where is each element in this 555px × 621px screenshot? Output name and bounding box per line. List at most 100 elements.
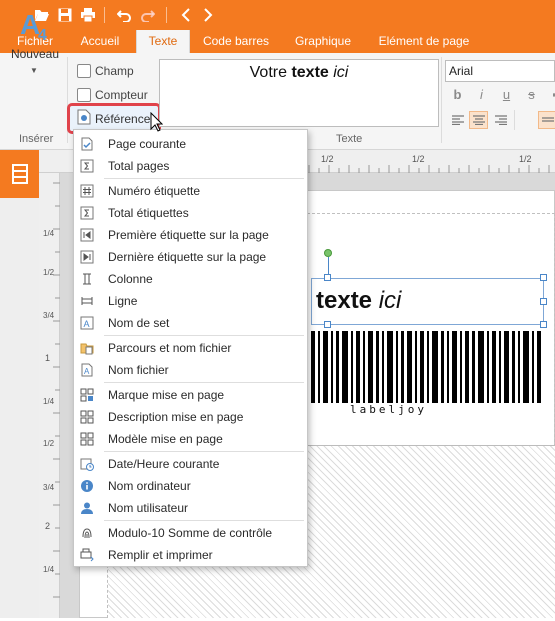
menu-item-ligne[interactable]: Ligne [74,290,307,312]
menu-item-modele-mise-en-page[interactable]: Modèle mise en page [74,428,307,450]
field-icon [77,64,91,78]
nouveau-button[interactable]: Nouveau [9,47,61,61]
ruler-left-label: 1/2 [43,268,55,277]
strikethrough-button[interactable]: s [522,85,541,103]
labels-view-button[interactable] [0,153,39,195]
redo-icon[interactable] [138,5,158,25]
menu-item-premiere-etiquette[interactable]: Première étiquette sur la page [74,224,307,246]
underline-button[interactable]: u [497,85,516,103]
column-icon [83,273,91,285]
menu-item-modulo-10[interactable]: Modulo-10 Somme de contrôle [74,522,307,544]
barcode-object[interactable] [311,331,551,403]
layout-description-icon [80,410,94,424]
align-right-icon[interactable] [491,111,510,129]
menu-item-nom-fichier[interactable]: A Nom fichier [74,359,307,381]
rotate-handle[interactable] [324,249,332,257]
text-object-italic: ici [378,287,402,314]
first-label-icon [80,228,94,242]
quick-access-toolbar [0,0,555,30]
ruler-left-label: 1/4 [43,397,55,406]
more-format-icon[interactable]: ▪ [545,85,555,103]
fingerprint-icon [82,528,92,539]
back-icon[interactable] [176,5,196,25]
text-object-bold: texte [316,287,373,314]
tab-code-barres[interactable]: Code barres [196,30,276,53]
menu-item-colonne[interactable]: Colonne [74,268,307,290]
menu-item-numero-etiquette[interactable]: Numéro étiquette [74,180,307,202]
folder-file-icon [80,343,94,355]
resize-handle[interactable] [540,321,547,328]
menu-item-remplir-imprimer[interactable]: Remplir et imprimer [74,544,307,566]
bold-button[interactable]: b [448,85,467,103]
menu-item-nom-utilisateur[interactable]: Nom utilisateur [74,497,307,519]
font-name-select[interactable]: Arial [445,60,555,82]
menu-item-page-courante[interactable]: Page courante [74,133,307,155]
reference-dropdown-menu: Page courante Total pages Numéro étiquet… [73,129,308,567]
menu-item-date-heure[interactable]: Date/Heure courante [74,453,307,475]
last-label-icon [80,250,94,264]
hash-icon [80,184,94,198]
group-label-inserer: Insérer [19,133,54,145]
vertical-align-icon[interactable] [538,111,555,129]
barcode-bars [311,331,541,403]
preview-bold: texte [291,64,329,81]
barcode-human-text: labeljoy [350,403,427,416]
compteur-button[interactable]: Compteur [77,85,148,105]
chevron-down-icon[interactable]: ▼ [30,66,38,75]
champ-button[interactable]: Champ [77,61,134,81]
menu-item-total-pages[interactable]: Total pages [74,155,307,177]
forward-icon[interactable] [198,5,218,25]
svg-text:A: A [84,319,90,329]
italic-button[interactable]: i [472,85,491,103]
tab-texte[interactable]: Texte [136,30,190,53]
set-name-icon: A [80,316,94,330]
preview-plain: Votre [249,64,292,81]
menu-item-nom-de-set[interactable]: A Nom de set [74,312,307,334]
labels-list-icon [11,164,28,184]
menu-item-nom-ordinateur[interactable]: Nom ordinateur [74,475,307,497]
mouse-cursor-icon [150,111,164,132]
menu-item-description-mise-en-page[interactable]: Description mise en page [74,406,307,428]
save-icon[interactable] [55,5,75,25]
group-label-texte: Texte [336,133,363,145]
tab-accueil[interactable]: Accueil [72,30,128,53]
resize-handle[interactable] [540,298,547,305]
ruler-top-label: 1/2 [519,154,532,164]
ruler-left-label: 1/4 [43,565,55,574]
resize-handle[interactable] [324,274,331,281]
svg-text:A: A [84,367,90,376]
ruler-top-label: 1/2 [412,154,425,164]
fill-print-icon [80,548,94,562]
text-preview-box[interactable]: Votre texte ici [159,59,439,127]
text-object[interactable]: texte ici [311,278,544,325]
layout-model-icon [80,432,94,446]
ruler-left-label: 3/4 [43,483,55,492]
menu-item-derniere-etiquette[interactable]: Dernière étiquette sur la page [74,246,307,268]
tab-element-de-page[interactable]: Elément de page [374,30,474,53]
align-left-icon[interactable] [448,111,467,129]
resize-handle[interactable] [540,274,547,281]
new-text-icon[interactable]: A 4 [20,9,54,44]
vertical-ruler: 1/4 1/2 3/4 1 1/4 1/2 3/4 2 1/4 [39,173,60,618]
svg-text:4: 4 [38,27,47,42]
sigma-icon [80,159,94,173]
file-icon: A [81,363,93,377]
undo-icon[interactable] [114,5,134,25]
print-icon[interactable] [78,5,98,25]
ruler-left-label: 1/4 [43,229,55,238]
menu-item-marque-mise-en-page[interactable]: Marque mise en page [74,384,307,406]
align-center-icon[interactable] [469,111,488,129]
champ-label: Champ [95,64,134,78]
counter-icon [77,88,91,102]
menu-item-total-etiquettes[interactable]: Total étiquettes [74,202,307,224]
tab-graphique[interactable]: Graphique [288,30,358,53]
left-sidebar [0,150,39,618]
menu-item-parcours-nom-fichier[interactable]: Parcours et nom fichier [74,337,307,359]
resize-handle[interactable] [324,321,331,328]
ruler-left-label: 2 [45,521,51,531]
preview-italic: ici [333,64,349,81]
user-icon [81,502,93,514]
ruler-left-label: 1 [45,353,51,363]
calendar-clock-icon [80,458,94,471]
computer-info-icon [81,480,93,492]
